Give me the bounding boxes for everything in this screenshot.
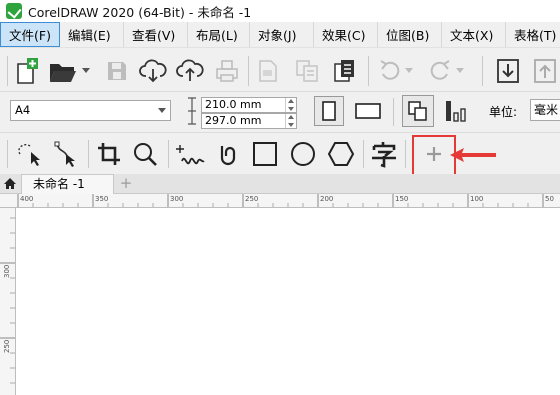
rectangle-icon[interactable]	[250, 139, 280, 169]
horizontal-ruler[interactable]: 400 350 300 250 200 150 100 50	[0, 194, 560, 208]
ruler-label: 100	[470, 195, 484, 203]
all-pages-icon	[408, 101, 427, 121]
toolbar-separator	[482, 56, 483, 86]
document-tab-strip: 未命名 -1 +	[0, 174, 560, 194]
zoom-icon[interactable]	[130, 139, 160, 169]
new-document-icon[interactable]	[14, 56, 40, 86]
menu-view[interactable]: 查看(V)	[124, 22, 188, 47]
toolbar-separator	[363, 140, 364, 168]
page-height-value: 297.0 mm	[205, 114, 262, 127]
cloud-upload-icon[interactable]	[176, 56, 204, 86]
portrait-icon	[322, 101, 336, 121]
tab-document[interactable]: 未命名 -1	[21, 174, 114, 194]
export-arrow-icon[interactable]	[532, 57, 558, 85]
current-page-icon	[446, 101, 466, 122]
width-spinner[interactable]	[285, 98, 296, 112]
freehand-pick-icon[interactable]	[13, 139, 43, 169]
current-page-button[interactable]	[440, 95, 472, 127]
publish-pdf-icon[interactable]	[331, 58, 359, 84]
ruler-ticks	[0, 217, 15, 384]
toolbar-separator	[368, 56, 369, 86]
unit-select[interactable]: 毫米	[530, 99, 560, 121]
cloud-download-icon[interactable]	[139, 56, 167, 86]
redo-icon[interactable]	[427, 58, 453, 84]
landscape-button[interactable]	[352, 96, 384, 126]
unit-value: 毫米	[534, 103, 559, 117]
artistic-media-icon[interactable]	[214, 139, 244, 169]
unit-label: 单位:	[489, 105, 518, 119]
shape-tool-icon[interactable]	[51, 139, 81, 169]
menu-table[interactable]: 表格(T)	[506, 22, 560, 47]
page-width-value: 210.0 mm	[205, 98, 262, 111]
drawing-canvas[interactable]	[17, 209, 560, 395]
toolbar-separator	[393, 98, 394, 126]
import-arrow-icon[interactable]	[495, 57, 521, 85]
redo-dropdown-icon[interactable]	[455, 66, 465, 76]
ruler-label: 350	[95, 195, 109, 203]
toolbar-separator	[168, 140, 169, 168]
red-arrow-icon	[448, 146, 498, 164]
page-size-value: A4	[15, 103, 31, 117]
height-spinner[interactable]	[285, 114, 296, 128]
home-icon[interactable]	[3, 177, 17, 193]
print-icon[interactable]	[214, 58, 240, 84]
add-tab-button[interactable]: +	[116, 175, 136, 193]
ruler-label: 200	[320, 195, 334, 203]
coreldraw-logo-icon	[6, 3, 22, 19]
ruler-label: 150	[395, 195, 409, 203]
toolbar-separator	[88, 140, 89, 168]
menu-file[interactable]: 文件(F)	[0, 22, 60, 47]
toolbar-grip	[7, 56, 8, 86]
toolbar-grip	[7, 140, 8, 168]
menu-bar: 文件(F) 编辑(E) 查看(V) 布局(L) 对象(J) 效果(C) 位图(B…	[0, 22, 560, 48]
chevron-down-icon	[158, 108, 166, 113]
polygon-icon[interactable]	[326, 139, 356, 169]
all-pages-button[interactable]	[402, 95, 434, 127]
portrait-button[interactable]	[314, 96, 344, 126]
crop-icon[interactable]	[94, 139, 124, 169]
menu-bitmaps[interactable]: 位图(B)	[378, 22, 442, 47]
ruler-label: 50	[545, 195, 554, 203]
page-height-input[interactable]: 297.0 mm	[201, 113, 297, 129]
freehand-icon[interactable]	[175, 139, 207, 169]
vertical-ruler[interactable]: 300 250	[0, 208, 16, 395]
ruler-label: 250	[3, 339, 11, 353]
ruler-label: 300	[3, 264, 11, 278]
ruler-label: 300	[170, 195, 184, 203]
page-size-select[interactable]: A4	[10, 100, 171, 121]
title-bar: CorelDRAW 2020 (64-Bit) - 未命名 -1	[0, 0, 560, 22]
window-title: CorelDRAW 2020 (64-Bit) - 未命名 -1	[28, 4, 252, 20]
import-icon[interactable]	[256, 58, 280, 84]
ellipse-icon[interactable]	[288, 139, 318, 169]
menu-text[interactable]: 文本(X)	[442, 22, 506, 47]
page-dimensions-icon	[185, 96, 199, 126]
toolbar-separator	[248, 56, 249, 86]
undo-dropdown-icon[interactable]	[404, 66, 414, 76]
menu-object[interactable]: 对象(J)	[250, 22, 314, 47]
menu-effects[interactable]: 效果(C)	[314, 22, 378, 47]
chevron-down-icon[interactable]	[81, 66, 91, 76]
text-icon[interactable]	[368, 139, 400, 169]
save-icon[interactable]	[104, 58, 130, 84]
page-width-input[interactable]: 210.0 mm	[201, 97, 297, 113]
ruler-label: 250	[245, 195, 259, 203]
landscape-icon	[355, 103, 381, 119]
menu-edit[interactable]: 编辑(E)	[60, 22, 124, 47]
ruler-label: 400	[20, 195, 34, 203]
undo-icon[interactable]	[377, 58, 403, 84]
export-icon[interactable]	[294, 58, 320, 84]
open-folder-icon[interactable]	[48, 58, 78, 86]
toolbar-separator	[405, 140, 406, 168]
menu-layout[interactable]: 布局(L)	[188, 22, 250, 47]
